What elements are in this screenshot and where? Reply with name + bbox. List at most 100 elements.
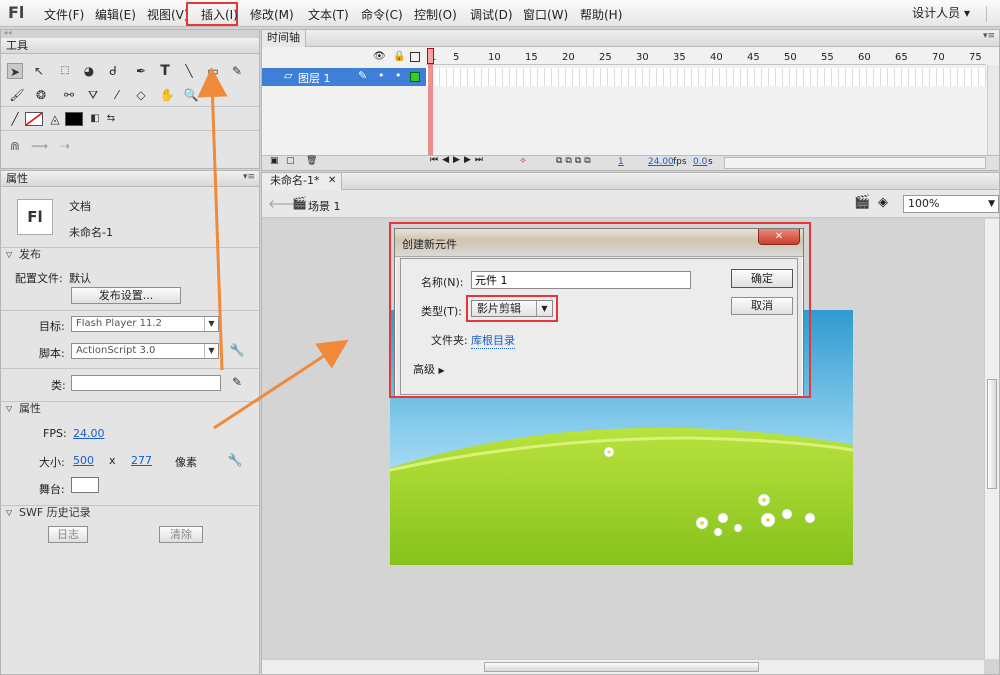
fps-value[interactable]: 24.00 <box>648 157 674 167</box>
height-value[interactable]: 277 <box>131 454 152 467</box>
edit-scene-icon[interactable]: 🎬 <box>854 195 870 210</box>
tab-timeline[interactable]: 时间轴 <box>262 30 306 47</box>
playhead-handle[interactable] <box>427 48 434 64</box>
tab-document[interactable]: 未命名-1* ✕ <box>262 173 342 190</box>
properties-panel-title: 属性 <box>1 171 259 187</box>
zoom-tool-icon[interactable]: 🔍 <box>183 87 199 103</box>
panel-menu-icon[interactable]: ▾≡ <box>243 172 255 182</box>
menu-commands[interactable]: 命令(C) <box>361 6 403 23</box>
class-input[interactable] <box>71 375 221 391</box>
menu-file[interactable]: 文件(F) <box>44 6 84 23</box>
snap-to-objects-icon[interactable]: ⋒ <box>7 138 23 154</box>
document-icon: Fl <box>17 199 53 235</box>
stage-hscroll[interactable] <box>262 659 984 674</box>
hscroll-thumb[interactable] <box>484 662 759 672</box>
onion-skin-icons[interactable]: ⧉⧉⧉⧉ <box>556 156 594 166</box>
scene-label[interactable]: 场景 1 <box>308 198 341 214</box>
publish-section-header[interactable]: ▽ 发布 <box>1 248 259 263</box>
frame-number: 25 <box>599 52 612 63</box>
panel-collapse-bar[interactable]: «« <box>1 30 259 38</box>
menu-modify[interactable]: 修改(M) <box>250 6 294 23</box>
pencil-edit-icon[interactable]: ✎ <box>229 374 245 390</box>
pencil-tool-icon[interactable]: ✎ <box>229 63 245 79</box>
properties-panel: 属性 ▾≡ Fl 文档 未命名-1 ▽ 发布 配置文件: 默认 发布设置... 目… <box>0 170 260 675</box>
menu-window[interactable]: 窗口(W) <box>523 6 568 23</box>
lock-icon[interactable]: 🔒 <box>393 51 405 62</box>
rectangle-tool-icon[interactable]: ▭ <box>205 63 221 79</box>
fps-value[interactable]: 24.00 <box>73 427 105 440</box>
eye-icon[interactable]: 👁 <box>373 51 386 62</box>
menu-control[interactable]: 控制(O) <box>414 6 457 23</box>
timeline-hscroll[interactable] <box>724 157 986 169</box>
straighten-icon[interactable]: ⇢ <box>57 138 73 154</box>
workspace-switcher[interactable]: 设计人员 ▾ <box>912 4 970 21</box>
selection-tool-icon[interactable]: ➤ <box>7 63 23 79</box>
lasso-tool-icon[interactable]: ᑯ <box>105 63 121 79</box>
menu-edit[interactable]: 编辑(E) <box>95 6 136 23</box>
stage-color-swatch[interactable] <box>71 477 99 493</box>
fill-color-icon: ◬ <box>50 112 60 126</box>
tools-panel-title: 工具 <box>1 38 259 54</box>
menu-debug[interactable]: 调试(D) <box>470 6 513 23</box>
frame-number: 65 <box>895 52 908 63</box>
fill-color-swatch[interactable] <box>65 112 83 126</box>
hand-tool-icon[interactable]: ✋ <box>159 87 175 103</box>
edit-symbols-icon[interactable]: ◈ <box>878 195 888 210</box>
outline-color-swatch[interactable] <box>410 72 420 82</box>
swf-section-label: SWF 历史记录 <box>19 506 91 519</box>
width-value[interactable]: 500 <box>73 454 94 467</box>
bone-tool-icon[interactable]: ⚯ <box>61 87 77 103</box>
lock-dot[interactable]: • <box>395 69 402 82</box>
pen-tool-icon[interactable]: ✒ <box>133 63 149 79</box>
center-frame-icon[interactable]: ⟡ <box>520 156 526 166</box>
menu-view[interactable]: 视图(V) <box>147 6 189 23</box>
publish-settings-button[interactable]: 发布设置... <box>71 287 181 304</box>
outline-icon[interactable] <box>410 52 420 62</box>
new-layer-icon[interactable]: ▣ <box>270 156 279 166</box>
log-button[interactable]: 日志 <box>48 526 88 543</box>
new-folder-icon[interactable]: ▢ <box>286 156 295 166</box>
smooth-icon[interactable]: ⟿ <box>31 138 48 154</box>
zoom-select[interactable]: 100% ▼ <box>903 195 999 213</box>
swap-colors-icon[interactable]: ⇆ <box>103 111 119 127</box>
time-value[interactable]: 0.0 <box>693 157 707 167</box>
text-tool-icon[interactable]: T <box>157 63 173 79</box>
swf-section-header[interactable]: ▽ SWF 历史记录 <box>1 506 259 521</box>
eraser-tool-icon[interactable]: ◇ <box>133 87 149 103</box>
deco-tool-icon[interactable]: ❂ <box>33 87 49 103</box>
playhead[interactable] <box>428 50 433 155</box>
wrench-icon[interactable]: 🔧 <box>227 452 243 468</box>
3d-rotation-tool-icon[interactable]: ◕ <box>81 63 97 79</box>
target-select[interactable]: Flash Player 11.2 ▼ <box>71 316 219 332</box>
target-label: 目标: <box>39 320 65 333</box>
eyedropper-tool-icon[interactable]: ⁄ <box>109 87 125 103</box>
vscroll-thumb[interactable] <box>987 379 997 489</box>
wrench-icon[interactable]: 🔧 <box>229 342 245 358</box>
frame-ruler[interactable]: 1 5 10 15 20 25 30 35 40 45 50 55 60 65 … <box>426 47 986 65</box>
stage-vscroll[interactable] <box>984 219 999 659</box>
menu-insert[interactable]: 插入(I) <box>186 2 238 26</box>
free-transform-tool-icon[interactable]: ⬚ <box>57 63 73 79</box>
timeline-vscroll[interactable] <box>987 65 999 155</box>
close-icon[interactable]: ✕ <box>328 173 336 189</box>
black-white-icon[interactable]: ◧ <box>87 111 103 127</box>
frame-row[interactable] <box>426 68 986 86</box>
delete-layer-icon[interactable]: 🗑 <box>306 156 317 166</box>
stroke-color-swatch[interactable] <box>25 112 43 126</box>
panel-menu-icon[interactable]: ▾≡ <box>983 31 995 41</box>
line-tool-icon[interactable]: ╲ <box>181 63 197 79</box>
brush-tool-icon[interactable]: 🖌 <box>9 87 25 103</box>
clear-button[interactable]: 清除 <box>159 526 203 543</box>
script-select[interactable]: ActionScript 3.0 ▼ <box>71 343 219 359</box>
current-frame-value[interactable]: 1 <box>618 157 624 167</box>
paint-bucket-tool-icon[interactable]: ⛛ <box>85 87 101 103</box>
doc-type-label: 文档 <box>69 200 91 213</box>
menu-help[interactable]: 帮助(H) <box>580 6 622 23</box>
layer-row[interactable]: ▱ 图层 1 ✎ • • <box>262 68 426 86</box>
subselection-tool-icon[interactable]: ↖ <box>31 63 47 79</box>
frame-number: 30 <box>636 52 649 63</box>
playback-controls-icon[interactable]: ⏮◀▶▶⏭ <box>430 155 487 165</box>
props-section-header[interactable]: ▽ 属性 <box>1 402 259 417</box>
menu-text[interactable]: 文本(T) <box>308 6 349 23</box>
visibility-dot[interactable]: • <box>378 69 385 82</box>
